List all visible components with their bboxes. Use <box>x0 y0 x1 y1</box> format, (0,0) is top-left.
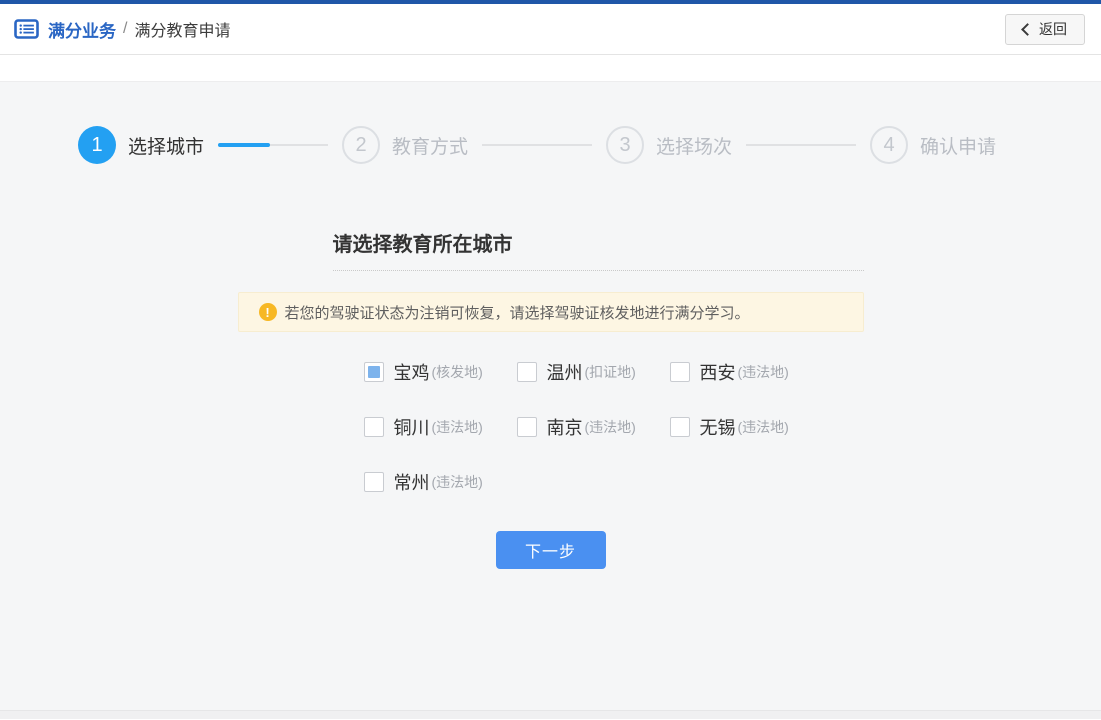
city-option-3[interactable]: 西安(违法地) <box>670 359 823 385</box>
step-connector-1 <box>218 143 328 147</box>
main-panel: 1 选择城市 2 教育方式 3 选择场次 4 确认申请 请选择教育所在城市 ! 若您的驾驶证状… <box>0 81 1101 710</box>
breadcrumb-separator: / <box>123 20 127 38</box>
checkbox-unchecked-icon[interactable] <box>670 417 690 437</box>
city-option-7[interactable]: 常州(违法地) <box>364 469 517 495</box>
step-4-circle: 4 <box>870 126 908 164</box>
connector-remaining-segment <box>482 144 592 146</box>
city-option-2[interactable]: 温州(扣证地) <box>517 359 670 385</box>
form-content: 请选择教育所在城市 ! 若您的驾驶证状态为注销可恢复，请选择驾驶证核发地进行满分… <box>238 228 864 569</box>
checkbox-unchecked-icon[interactable] <box>364 417 384 437</box>
city-tag: (违法地) <box>432 472 483 492</box>
connector-remaining-segment <box>270 144 328 146</box>
checkbox-unchecked-icon[interactable] <box>364 472 384 492</box>
checkbox-checked-icon[interactable] <box>364 362 384 382</box>
notice-banner: ! 若您的驾驶证状态为注销可恢复，请选择驾驶证核发地进行满分学习。 <box>238 292 864 332</box>
city-option-1[interactable]: 宝鸡(核发地) <box>364 359 517 385</box>
city-tag: (违法地) <box>738 417 789 437</box>
checkbox-unchecked-icon[interactable] <box>517 417 537 437</box>
city-name: 宝鸡 <box>394 359 430 385</box>
connector-remaining-segment <box>746 144 856 146</box>
city-option-5[interactable]: 南京(违法地) <box>517 414 670 440</box>
stepper: 1 选择城市 2 教育方式 3 选择场次 4 确认申请 <box>0 82 1101 164</box>
step-2-circle: 2 <box>342 126 380 164</box>
city-option-6[interactable]: 无锡(违法地) <box>670 414 823 440</box>
next-step-button[interactable]: 下一步 <box>496 531 606 569</box>
step-4: 4 确认申请 <box>870 126 996 164</box>
city-name: 常州 <box>394 469 430 495</box>
city-tag: (核发地) <box>432 362 483 382</box>
header: 满分业务 / 满分教育申请 返回 <box>0 4 1101 55</box>
back-button[interactable]: 返回 <box>1005 14 1085 45</box>
step-2: 2 教育方式 <box>342 126 468 164</box>
notice-text: 若您的驾驶证状态为注销可恢复，请选择驾驶证核发地进行满分学习。 <box>285 302 750 323</box>
chevron-left-icon <box>1021 23 1034 36</box>
city-name: 温州 <box>547 359 583 385</box>
step-1-label: 选择城市 <box>128 132 204 159</box>
city-name: 无锡 <box>700 414 736 440</box>
step-4-label: 确认申请 <box>920 132 996 159</box>
city-name: 铜川 <box>394 414 430 440</box>
city-name: 南京 <box>547 414 583 440</box>
page-title: 请选择教育所在城市 <box>333 228 864 257</box>
step-3-label: 选择场次 <box>656 132 732 159</box>
city-tag: (违法地) <box>432 417 483 437</box>
back-button-label: 返回 <box>1039 19 1067 39</box>
form-title-block: 请选择教育所在城市 <box>333 228 864 271</box>
step-1: 1 选择城市 <box>78 126 204 164</box>
checkbox-unchecked-icon[interactable] <box>670 362 690 382</box>
list-icon <box>14 19 39 39</box>
city-options-grid: 宝鸡(核发地)温州(扣证地)西安(违法地)铜川(违法地)南京(违法地)无锡(违法… <box>364 359 864 495</box>
checkbox-unchecked-icon[interactable] <box>517 362 537 382</box>
warning-icon: ! <box>259 303 277 321</box>
connector-progress-segment <box>218 143 270 147</box>
breadcrumb-primary[interactable]: 满分业务 <box>48 17 116 42</box>
step-2-label: 教育方式 <box>392 132 468 159</box>
city-option-4[interactable]: 铜川(违法地) <box>364 414 517 440</box>
city-tag: (扣证地) <box>585 362 636 382</box>
step-1-circle: 1 <box>78 126 116 164</box>
step-connector-3 <box>746 144 856 146</box>
city-tag: (违法地) <box>738 362 789 382</box>
city-tag: (违法地) <box>585 417 636 437</box>
footer-strip <box>0 710 1101 719</box>
header-gap <box>0 55 1101 81</box>
step-connector-2 <box>482 144 592 146</box>
step-3-circle: 3 <box>606 126 644 164</box>
city-name: 西安 <box>700 359 736 385</box>
breadcrumb-current: 满分教育申请 <box>134 17 230 41</box>
step-3: 3 选择场次 <box>606 126 732 164</box>
